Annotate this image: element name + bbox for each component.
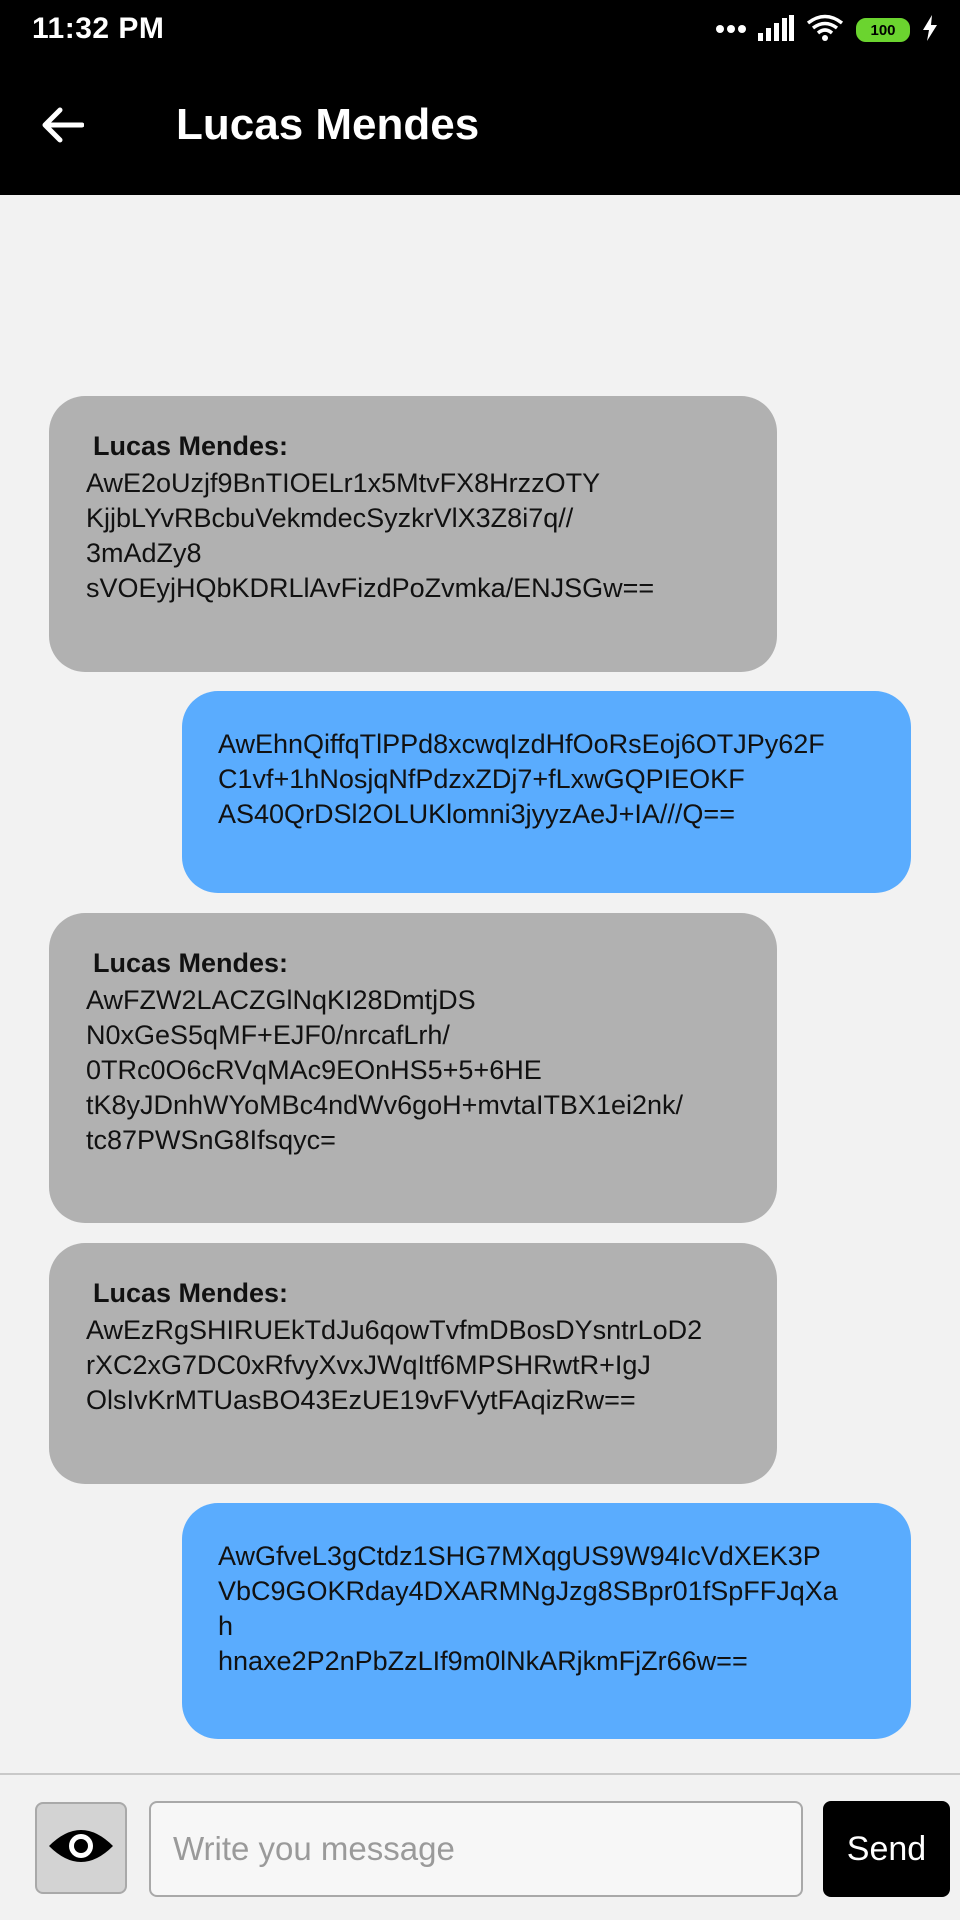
- message-sender: Lucas Mendes:: [93, 1278, 289, 1308]
- charging-icon: [922, 14, 938, 46]
- message-text: AwGfveL3gCtdz1SHG7MXqgUS9W94IcVdXEK3P Vb…: [218, 1541, 838, 1676]
- message-sender: Lucas Mendes:: [93, 948, 289, 978]
- message-text: AwFZW2LACZGlNqKI28DmtjDS N0xGeS5qMF+EJF0…: [86, 985, 684, 1155]
- send-button[interactable]: Send: [823, 1801, 950, 1897]
- status-bar: 11:32 PM 100: [0, 0, 960, 60]
- message-input[interactable]: [149, 1801, 803, 1897]
- chat-title: Lucas Mendes: [176, 100, 480, 149]
- more-dots-icon: [716, 21, 746, 39]
- message-bubble-incoming: Lucas Mendes: AwFZW2LACZGlNqKI28DmtjDS N…: [49, 913, 777, 1223]
- message-bubble-incoming: Lucas Mendes: AwEzRgSHIRUEkTdJu6qowTvfmD…: [49, 1243, 777, 1484]
- app-bar: Lucas Mendes: [0, 60, 960, 195]
- eye-icon: [46, 1824, 116, 1873]
- status-time: 11:32 PM: [32, 12, 165, 45]
- toggle-visibility-button[interactable]: [35, 1802, 127, 1894]
- status-icons: 100: [716, 14, 938, 46]
- message-text: AwE2oUzjf9BnTIOELr1x5MtvFX8HrzzOTY KjjbL…: [86, 468, 655, 603]
- message-composer: Send: [0, 1775, 960, 1920]
- message-bubble-incoming: Lucas Mendes: AwE2oUzjf9BnTIOELr1x5MtvFX…: [49, 396, 777, 672]
- wifi-icon: [806, 14, 844, 47]
- back-button[interactable]: [30, 95, 94, 159]
- message-sender: Lucas Mendes:: [93, 431, 289, 461]
- signal-icon: [758, 14, 794, 46]
- message-bubble-outgoing: AwGfveL3gCtdz1SHG7MXqgUS9W94IcVdXEK3P Vb…: [182, 1503, 911, 1739]
- battery-icon: 100: [856, 18, 910, 42]
- message-text: AwEzRgSHIRUEkTdJu6qowTvfmDBosDYsntrLoD2 …: [86, 1315, 703, 1415]
- battery-level: 100: [870, 21, 896, 39]
- message-bubble-outgoing: AwEhnQiffqTlPPd8xcwqIzdHfOoRsEoj6OTJPy62…: [182, 691, 911, 893]
- message-text: AwEhnQiffqTlPPd8xcwqIzdHfOoRsEoj6OTJPy62…: [218, 729, 825, 829]
- arrow-left-icon: [40, 105, 85, 150]
